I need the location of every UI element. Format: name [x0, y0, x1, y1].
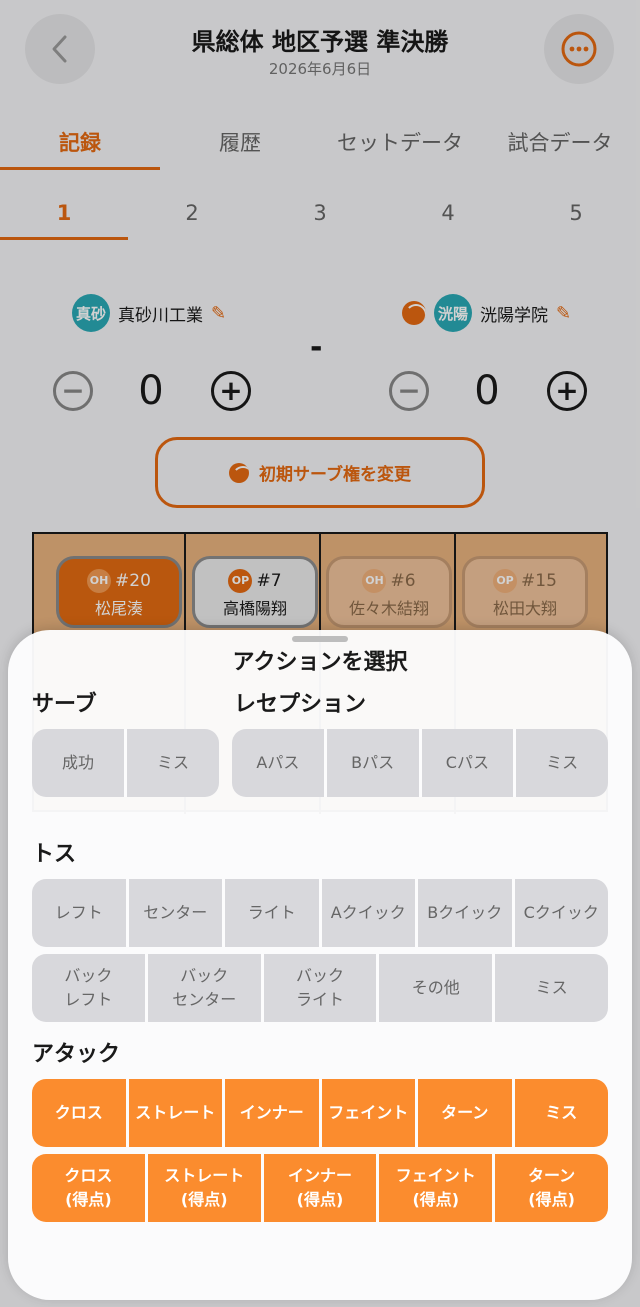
- reception-a-pass-button[interactable]: Aパス: [232, 729, 324, 797]
- attack-turn-point-button[interactable]: ターン (得点): [495, 1154, 608, 1222]
- attack-straight-point-button[interactable]: ストレート (得点): [147, 1154, 261, 1222]
- attack-cross-point-button[interactable]: クロス (得点): [32, 1154, 145, 1222]
- toss-back-center-button[interactable]: バック センター: [147, 954, 261, 1022]
- toss-left-button[interactable]: レフト: [32, 879, 126, 947]
- section-label-serve: サーブ: [32, 692, 97, 717]
- serve-miss-button[interactable]: ミス: [127, 729, 219, 797]
- toss-b-quick-button[interactable]: Bクイック: [418, 879, 512, 947]
- reception-button-group: Aパス Bパス Cパス ミス: [232, 729, 608, 797]
- toss-a-quick-button[interactable]: Aクイック: [321, 879, 415, 947]
- reception-miss-button[interactable]: ミス: [516, 729, 608, 797]
- toss-other-button[interactable]: その他: [379, 954, 493, 1022]
- attack-turn-button[interactable]: ターン: [418, 1079, 512, 1147]
- attack-inner-point-button[interactable]: インナー (得点): [263, 1154, 377, 1222]
- section-label-attack: アタック: [32, 1042, 121, 1067]
- action-sheet: アクションを選択 サーブ レセプション 成功 ミス Aパス Bパス Cパス ミス…: [8, 630, 632, 1300]
- section-label-toss: トス: [32, 842, 77, 867]
- attack-feint-point-button[interactable]: フェイント (得点): [379, 1154, 493, 1222]
- toss-button-group-2: バック レフト バック センター バック ライト その他 ミス: [32, 954, 608, 1022]
- sheet-title: アクションを選択: [232, 650, 408, 675]
- reception-c-pass-button[interactable]: Cパス: [421, 729, 514, 797]
- attack-inner-button[interactable]: インナー: [225, 1079, 319, 1147]
- attack-straight-button[interactable]: ストレート: [128, 1079, 222, 1147]
- attack-cross-button[interactable]: クロス: [32, 1079, 126, 1147]
- toss-center-button[interactable]: センター: [128, 879, 222, 947]
- serve-button-group: 成功 ミス: [32, 729, 219, 797]
- attack-miss-button[interactable]: ミス: [514, 1079, 608, 1147]
- toss-back-right-button[interactable]: バック ライト: [263, 954, 377, 1022]
- sheet-grabber[interactable]: [292, 636, 348, 642]
- reception-b-pass-button[interactable]: Bパス: [326, 729, 419, 797]
- attack-feint-button[interactable]: フェイント: [321, 1079, 415, 1147]
- attack-button-group-2: クロス (得点) ストレート (得点) インナー (得点) フェイント (得点)…: [32, 1154, 608, 1222]
- toss-button-group-1: レフト センター ライト Aクイック Bクイック Cクイック: [32, 879, 608, 947]
- toss-miss-button[interactable]: ミス: [495, 954, 608, 1022]
- toss-c-quick-button[interactable]: Cクイック: [514, 879, 608, 947]
- section-label-reception: レセプション: [234, 692, 367, 717]
- toss-right-button[interactable]: ライト: [225, 879, 319, 947]
- serve-success-button[interactable]: 成功: [32, 729, 124, 797]
- attack-button-group-1: クロス ストレート インナー フェイント ターン ミス: [32, 1079, 608, 1147]
- toss-back-left-button[interactable]: バック レフト: [32, 954, 145, 1022]
